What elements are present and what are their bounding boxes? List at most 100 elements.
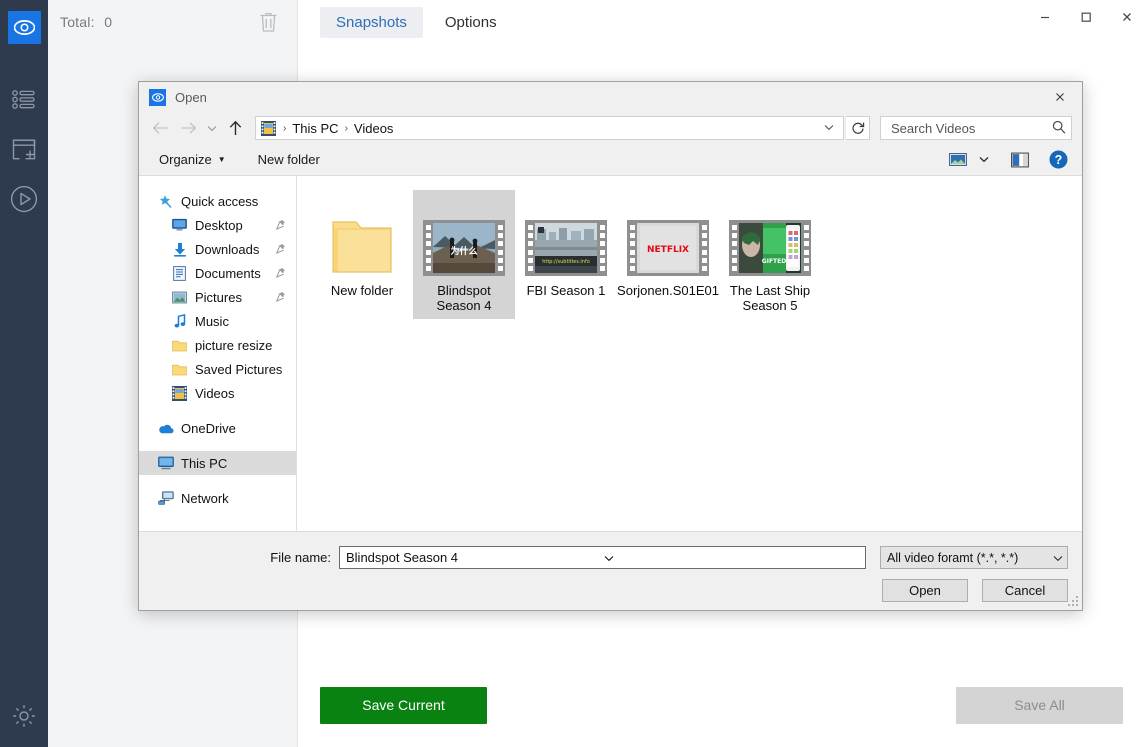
nav-item-downloads[interactable]: Downloads [139,237,296,261]
dialog-navigation-bar: › This PC › Videos [139,112,1082,144]
file-item-the-last-ship-season-5[interactable]: GIFTED The Last Ship Season 5 [719,190,821,319]
help-icon[interactable]: ? [1044,147,1072,173]
view-caret-icon[interactable] [974,147,994,173]
preview-pane-icon[interactable] [1006,147,1034,173]
file-item-label: FBI Season 1 [526,283,606,298]
film-perforations [526,220,534,276]
computer-icon [157,455,174,472]
nav-item-quick-access[interactable]: Quick access [139,189,296,213]
nav-item-pictures[interactable]: Pictures [139,285,296,309]
nav-item-label: Pictures [195,289,242,305]
sidebar-item-play[interactable] [0,174,48,224]
chevron-down-icon[interactable] [203,115,220,141]
svg-text:NETFLIX: NETFLIX [647,245,689,255]
settings-gear-icon[interactable] [0,693,48,739]
refresh-icon[interactable] [846,116,870,140]
address-dropdown-icon[interactable] [819,123,839,134]
save-current-button[interactable]: Save Current [320,686,487,724]
search-input[interactable] [889,119,1052,137]
svg-text:为什么: 为什么 [450,245,477,257]
nav-item-label: This PC [181,455,228,471]
file-item-label: Sorjonen.S01E01 [617,283,719,298]
nav-item-picture-resize[interactable]: picture resize [139,333,296,357]
nav-item-network[interactable]: Network [139,486,296,510]
resize-grip[interactable] [1068,596,1080,608]
file-type-filter-select[interactable]: All video foramt (*.*, *.*) [880,546,1068,569]
nav-item-label: picture resize [195,337,273,353]
file-item-sorjonen-s01e01[interactable]: NETFLIX Sorjonen.S01E01 [617,190,719,319]
file-item-label: Blindspot Season 4 [436,283,492,313]
tab-snapshots[interactable]: Snapshots [320,6,423,38]
view-layout-icon[interactable] [944,147,972,173]
main-tabs: Snapshots Options [298,0,1147,44]
organize-button[interactable]: Organize ▼ [151,148,234,171]
filename-value: Blindspot Season 4 [346,550,459,565]
pin-icon[interactable] [275,266,286,281]
nav-item-this-pc[interactable]: This PC [139,451,296,475]
organize-label: Organize [159,152,212,167]
save-all-button[interactable]: Save All [956,686,1123,724]
file-type-filter-value: All video foramt (*.*, *.*) [887,550,1019,565]
window-minimize-button[interactable] [1024,0,1065,34]
search-icon [1052,120,1066,137]
pin-icon[interactable] [275,242,286,257]
open-button[interactable]: Open [882,579,968,602]
nav-item-music[interactable]: Music [139,309,296,333]
nav-item-onedrive[interactable]: OneDrive [139,416,296,440]
nav-item-videos[interactable]: Videos [139,381,296,405]
nav-item-label: Documents [195,265,261,281]
back-icon[interactable] [147,115,173,141]
filename-dropdown-icon[interactable] [600,550,862,565]
nav-item-documents[interactable]: Documents [139,261,296,285]
address-bar[interactable]: › This PC › Videos [255,116,844,140]
cloud-icon [157,420,174,437]
svg-text:GIFTED: GIFTED [762,258,786,265]
nav-item-label: Music [195,313,229,329]
pin-icon[interactable] [275,218,286,233]
window-controls [1024,0,1147,34]
action-bar: Save Current Save All [298,673,1147,747]
film-perforations [700,220,708,276]
network-icon [157,490,174,507]
thumbnail-image-cityscape: http://subtitles.info [535,223,597,273]
new-folder-button[interactable]: New folder [250,148,328,171]
video-thumbnail: 为什么 [423,198,505,276]
total-label: Total: [60,14,95,30]
cancel-button[interactable]: Cancel [982,579,1068,602]
film-perforations [424,220,432,276]
filename-label: File name: [270,550,331,565]
file-item-new-folder[interactable]: New folder [311,190,413,319]
nav-divider [139,440,296,451]
breadcrumb-this-pc[interactable]: This PC [289,121,341,136]
breadcrumb-videos[interactable]: Videos [351,121,397,136]
forward-icon[interactable] [175,115,201,141]
pin-icon[interactable] [275,290,286,305]
file-item-blindspot-season-4[interactable]: 为什么 Blindspot Season 4 [413,190,515,319]
trash-icon[interactable] [258,11,279,33]
up-icon[interactable] [222,115,248,141]
app-logo-icon [7,11,41,44]
nav-item-desktop[interactable]: Desktop [139,213,296,237]
filename-input[interactable]: Blindspot Season 4 [339,546,866,569]
window-maximize-button[interactable] [1065,0,1106,34]
dialog-close-icon[interactable] [1038,82,1082,112]
nav-item-saved-pictures[interactable]: Saved Pictures [139,357,296,381]
film-perforations [628,220,636,276]
video-folder-icon [171,385,188,402]
nav-divider [139,405,296,416]
video-thumbnail: http://subtitles.info [525,198,607,276]
nav-item-label: Videos [195,385,235,401]
dialog-content: Quick access Desktop Downloads Documents… [139,176,1082,532]
window-close-button[interactable] [1106,0,1147,34]
sidebar-item-list[interactable] [0,74,48,124]
download-icon [171,241,188,258]
sidebar-item-add-panel[interactable] [0,124,48,174]
dialog-title: Open [175,89,207,105]
file-item-fbi-season-1[interactable]: http://subtitles.info FBI Season 1 [515,190,617,319]
tab-options[interactable]: Options [429,7,513,38]
film-perforations [496,220,504,276]
film-strip: GIFTED [729,220,811,276]
search-box[interactable] [880,116,1072,140]
dialog-titlebar: Open [139,82,1082,112]
dialog-button-row: Open Cancel [153,579,1068,602]
